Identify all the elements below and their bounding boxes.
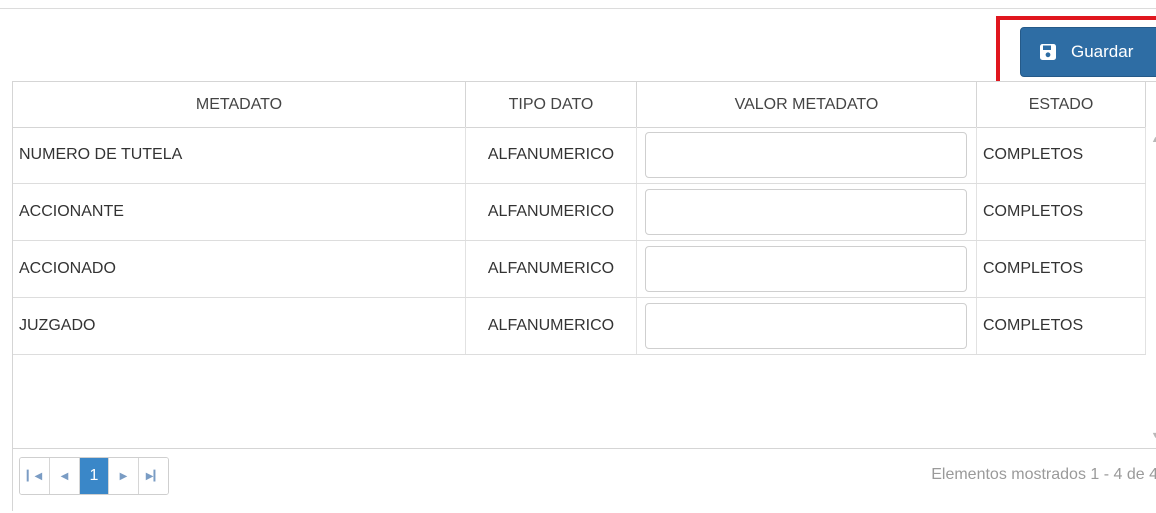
valor-metadato-input[interactable] [645,246,967,292]
valor-metadato-input[interactable] [645,189,967,235]
first-page-icon[interactable]: ▎◀ [20,458,50,494]
metadato-cell: ACCIONANTE [13,184,466,240]
tipo-dato-cell: ALFANUMERICO [466,241,637,297]
column-header-valor-metadato[interactable]: VALOR METADATO [637,82,977,127]
top-divider [0,8,1156,9]
valor-metadato-cell [637,241,977,297]
estado-cell: COMPLETOS [977,241,1146,297]
scroll-down-icon[interactable]: ▼ [1151,431,1156,440]
table-row[interactable]: ACCIONADO ALFANUMERICO COMPLETOS [13,241,1146,298]
page-number-button[interactable]: 1 [80,458,109,494]
column-header-tipo-dato[interactable]: TIPO DATO [466,82,637,127]
pager-buttons: ▎◀ ◀ 1 ▶ ▶▎ [19,457,169,495]
scroll-up-icon[interactable]: ▲ [1151,135,1156,144]
metadato-cell: JUZGADO [13,298,466,354]
column-header-metadato[interactable]: METADATO [13,82,466,127]
table-row[interactable]: JUZGADO ALFANUMERICO COMPLETOS [13,298,1146,355]
table-row[interactable]: ACCIONANTE ALFANUMERICO COMPLETOS [13,184,1146,241]
valor-metadato-cell [637,298,977,354]
next-page-icon[interactable]: ▶ [109,458,139,494]
vertical-scrollbar[interactable]: ▲ ▼ [1146,127,1156,448]
grid-header: METADATO TIPO DATO VALOR METADATO ESTADO [13,82,1156,128]
tipo-dato-cell: ALFANUMERICO [466,127,637,183]
valor-metadato-input[interactable] [645,132,967,178]
estado-cell: COMPLETOS [977,298,1146,354]
floppy-disk-icon [1039,43,1057,61]
metadato-cell: NUMERO DE TUTELA [13,127,466,183]
tipo-dato-cell: ALFANUMERICO [466,184,637,240]
table-row[interactable]: NUMERO DE TUTELA ALFANUMERICO COMPLETOS [13,127,1146,184]
save-button[interactable]: Guardar [1020,27,1156,77]
valor-metadato-cell [637,127,977,183]
valor-metadato-cell [637,184,977,240]
pager-info: Elementos mostrados 1 - 4 de 4 [931,466,1156,483]
save-button-label: Guardar [1071,42,1134,61]
prev-page-icon[interactable]: ◀ [50,458,80,494]
estado-cell: COMPLETOS [977,127,1146,183]
column-header-estado[interactable]: ESTADO [977,82,1146,127]
valor-metadato-input[interactable] [645,303,967,349]
pager: ▎◀ ◀ 1 ▶ ▶▎ Elementos mostrados 1 - 4 de… [13,448,1156,513]
tipo-dato-cell: ALFANUMERICO [466,298,637,354]
last-page-icon[interactable]: ▶▎ [139,458,168,494]
metadato-cell: ACCIONADO [13,241,466,297]
estado-cell: COMPLETOS [977,184,1146,240]
metadata-grid: METADATO TIPO DATO VALOR METADATO ESTADO… [12,81,1156,513]
